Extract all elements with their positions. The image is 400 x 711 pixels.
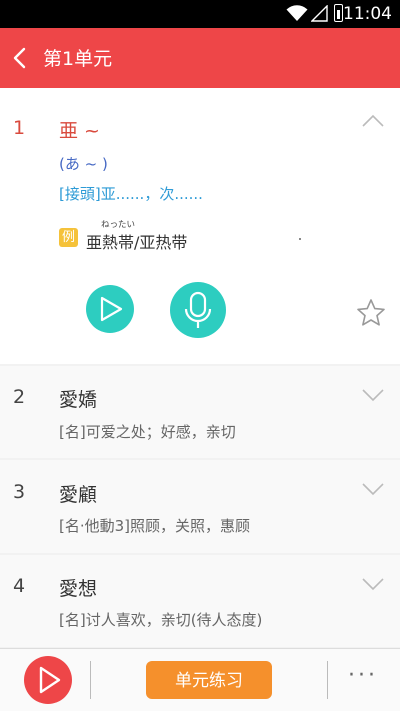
word-card[interactable]: 2 愛嬌 [名]可爱之处；好感，亲切 (0, 366, 400, 458)
battery-icon (334, 4, 343, 22)
divider-dot (299, 238, 301, 240)
star-icon[interactable] (356, 298, 386, 328)
word-headword: 愛嬌 (59, 389, 98, 411)
word-headword: 亜 ~ (59, 120, 100, 142)
chevron-down-icon[interactable] (362, 577, 384, 591)
chevron-up-icon[interactable] (362, 114, 384, 128)
example-badge: 例 (59, 228, 78, 247)
word-headword: 愛顧 (59, 484, 98, 506)
play-audio-button[interactable] (86, 285, 134, 333)
word-definition: [接頭]亚......，次...... (59, 185, 203, 203)
word-card[interactable]: 3 愛顧 [名·他動3]照顾，关照，惠顾 (0, 460, 400, 553)
divider (90, 661, 91, 699)
status-bar: 11:04 (0, 0, 400, 28)
word-number: 2 (13, 386, 26, 408)
chevron-down-icon[interactable] (362, 388, 384, 402)
word-meaning: [名]可爱之处；好感，亲切 (59, 423, 236, 441)
word-headword: 愛想 (59, 578, 98, 600)
play-icon (100, 296, 123, 322)
play-all-button[interactable] (24, 656, 72, 704)
app-header: 第1单元 (0, 28, 400, 88)
divider (327, 661, 328, 699)
chevron-down-icon[interactable] (362, 482, 384, 496)
more-icon[interactable]: ··· (348, 663, 378, 688)
record-button[interactable] (170, 282, 226, 338)
play-icon (39, 666, 61, 694)
page-title: 第1单元 (43, 48, 113, 70)
clock: 11:04 (343, 4, 392, 24)
wifi-icon (286, 5, 308, 21)
word-card[interactable]: 4 愛想 [名]讨人喜欢，亲切(待人态度) (0, 555, 400, 647)
unit-practice-button[interactable]: 单元练习 (146, 661, 272, 699)
microphone-icon (184, 291, 212, 328)
word-meaning: [名]讨人喜欢，亲切(待人态度) (59, 611, 263, 629)
example-sentence: 亜熱帯/亚热带 (86, 233, 188, 252)
word-meaning: [名·他動3]照顾，关照，惠顾 (59, 517, 251, 535)
word-number: 4 (13, 575, 26, 597)
word-reading: (あ ~ ) (59, 155, 108, 173)
word-number: 3 (13, 481, 26, 503)
bottom-toolbar: 单元练习 ··· (0, 648, 400, 711)
back-arrow-icon[interactable] (12, 46, 28, 70)
word-number: 1 (13, 117, 26, 139)
signal-icon (311, 5, 328, 22)
word-card-expanded[interactable]: 1 亜 ~ (あ ~ ) [接頭]亚......，次...... ねったい 例 … (0, 88, 400, 364)
